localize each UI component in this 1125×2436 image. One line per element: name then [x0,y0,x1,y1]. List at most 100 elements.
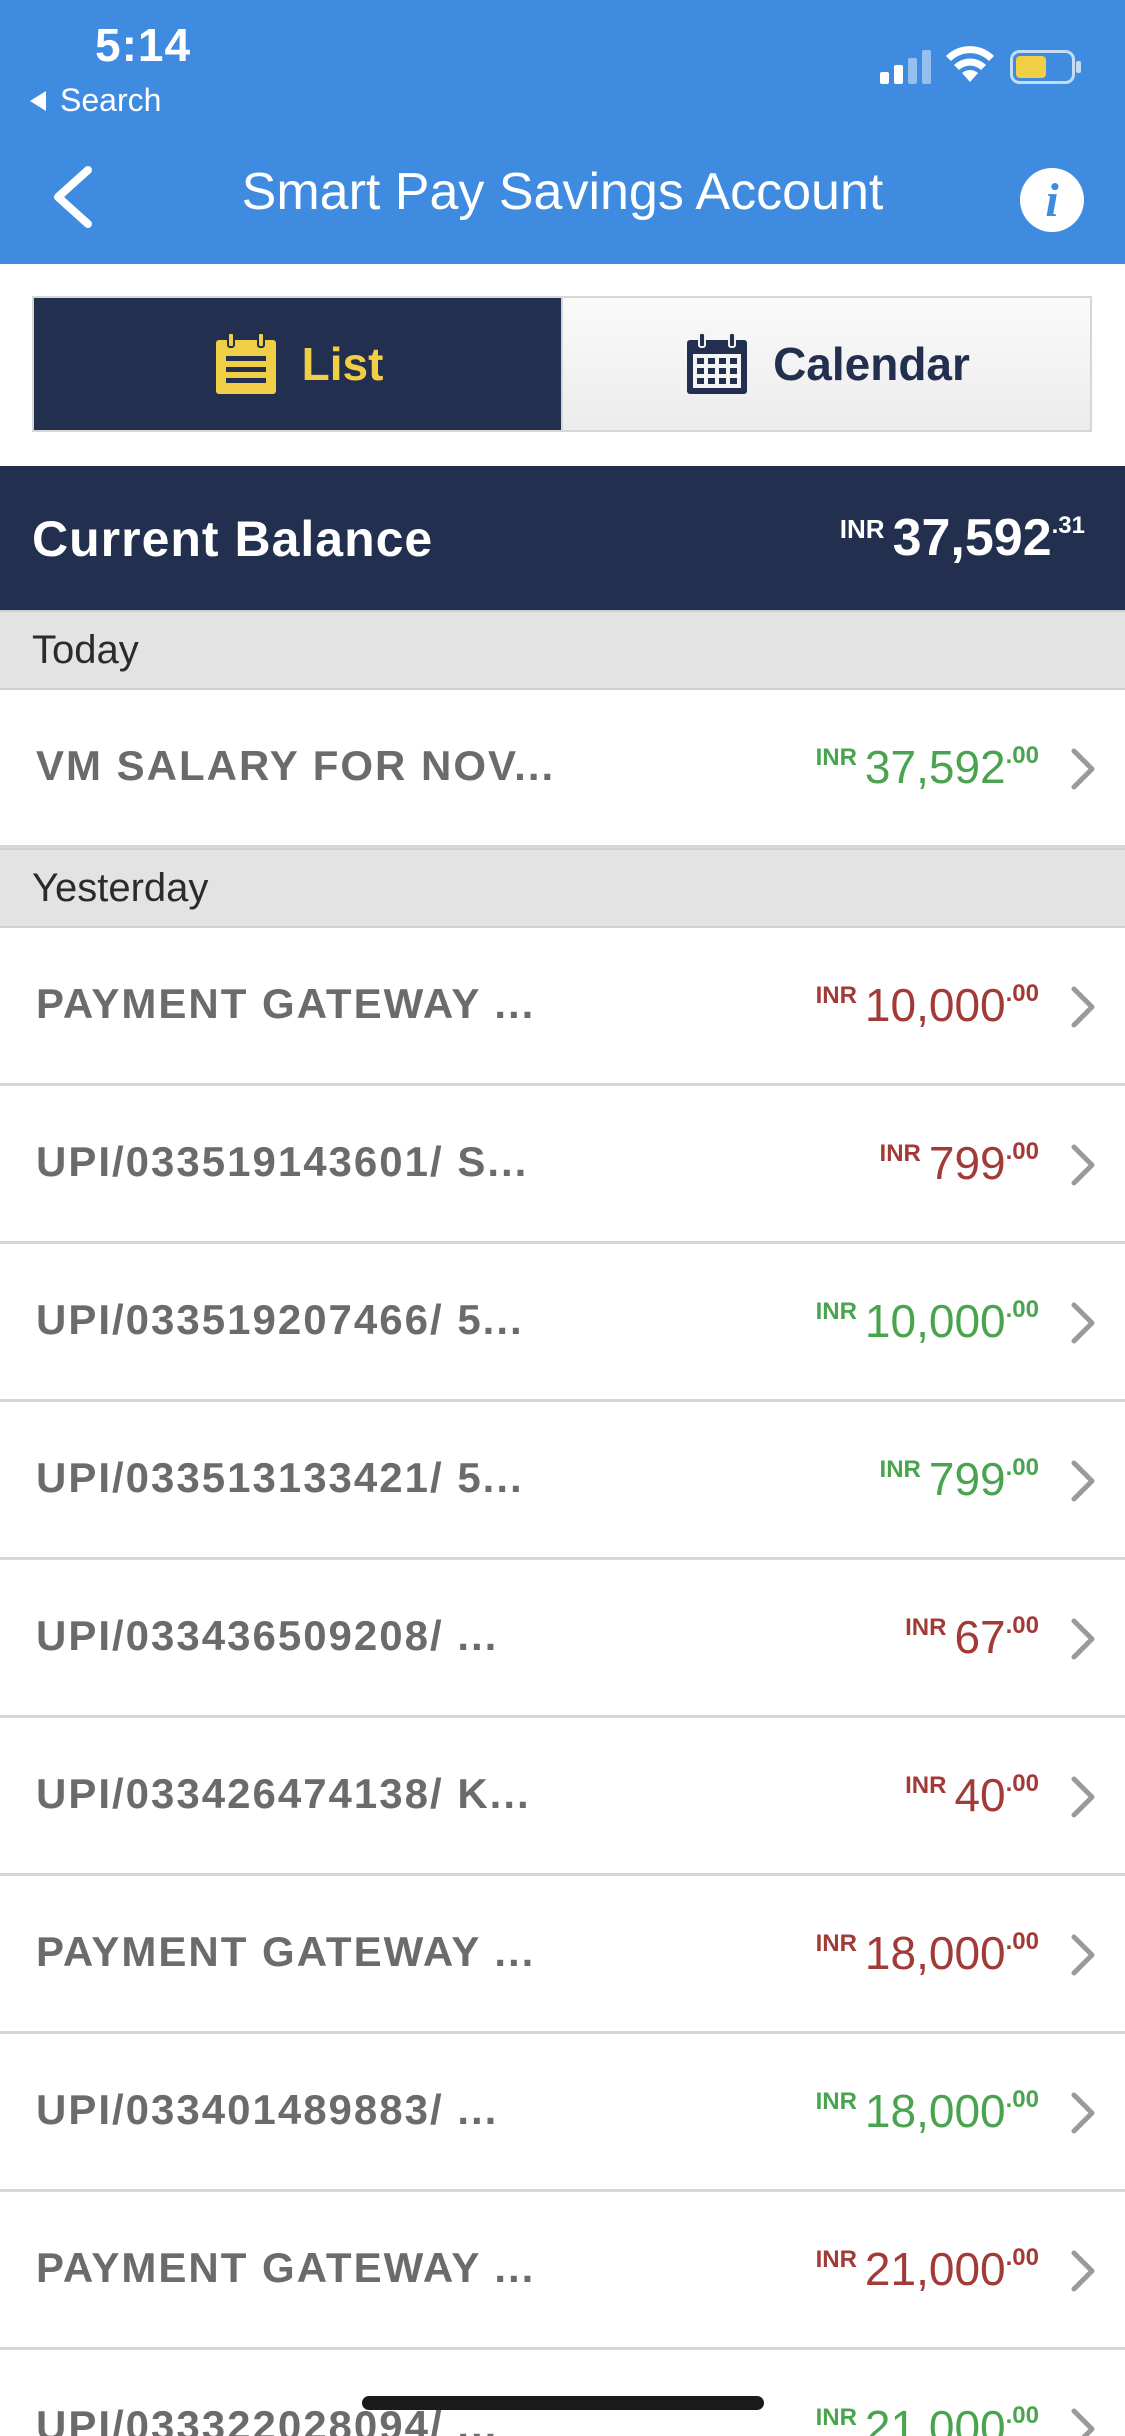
transaction-amount: INR 37,592 .00 [816,740,1039,794]
balance-label: Current Balance [32,511,434,567]
calendar-icon [687,332,748,394]
transaction-description: UPI/033519143601/ S... [36,1138,529,1185]
list-icon [215,332,276,394]
amount-whole: 10,000 [864,1295,1006,1347]
amount-decimal: .00 [1005,1928,1039,1955]
chevron-right-icon [1071,1618,1095,1660]
balance-decimal: .31 [1051,512,1085,539]
section-header-today: Today [0,610,1125,690]
transaction-amount: INR 40 .00 [905,1768,1039,1822]
transaction-row[interactable]: UPI/033426474138/ K... INR 40 .00 [0,1718,1125,1876]
home-indicator[interactable] [362,2396,764,2410]
amount-currency: INR [815,2404,857,2431]
amount-decimal: .00 [1005,1612,1039,1639]
transaction-row[interactable]: UPI/033519207466/ 5... INR 10,000 .00 [0,1244,1125,1402]
amount-whole: 799 [928,1137,1006,1189]
amount-whole: 799 [928,1453,1006,1505]
amount-currency: INR [905,1614,947,1641]
section-header-yesterday: Yesterday [0,848,1125,928]
balance-currency: INR [839,514,885,544]
chevron-right-icon [1071,1934,1095,1976]
transaction-row[interactable]: PAYMENT GATEWAY ... INR 18,000 .00 [0,1876,1125,2034]
chevron-right-icon [1071,1776,1095,1818]
chevron-right-icon [1071,1460,1095,1502]
chevron-right-icon [1071,748,1095,790]
amount-decimal: .00 [1005,2402,1039,2429]
transaction-row[interactable]: UPI/033436509208/ ... INR 67 .00 [0,1560,1125,1718]
tab-list[interactable]: List [34,298,561,430]
current-balance-bar: Current Balance INR 37,592 .31 [0,466,1125,610]
transaction-amount: INR 67 .00 [905,1610,1039,1664]
amount-whole: 21,000 [864,2401,1006,2436]
transaction-row[interactable]: UPI/033513133421/ 5... INR 799 .00 [0,1402,1125,1560]
amount-decimal: .00 [1005,980,1039,1007]
back-app-label: Search [60,82,162,118]
transaction-amount: INR 18,000 .00 [816,1926,1039,1980]
transaction-amount: INR 18,000 .00 [816,2084,1039,2138]
transaction-row[interactable]: PAYMENT GATEWAY ... INR 21,000 .00 [0,2192,1125,2350]
transaction-row[interactable]: PAYMENT GATEWAY ... INR 10,000 .00 [0,928,1125,1086]
tab-list-label: List [301,338,384,390]
tab-calendar-label: Calendar [773,338,970,390]
amount-decimal: .00 [1005,2086,1039,2113]
amount-decimal: .00 [1005,2244,1039,2271]
amount-currency: INR [815,2246,857,2273]
transaction-description: UPI/033513133421/ 5... [36,1454,524,1501]
transaction-description: UPI/033401489883/ ... [36,2086,499,2133]
chevron-right-icon [1071,2250,1095,2292]
amount-decimal: .00 [1005,1770,1039,1797]
transaction-description: UPI/033436509208/ ... [36,1612,499,1659]
amount-currency: INR [815,2088,857,2115]
balance-amount: INR 37,592 .31 [840,508,1085,568]
transaction-description: PAYMENT GATEWAY ... [36,2244,536,2291]
back-triangle-icon [30,90,46,111]
transaction-row[interactable]: VM SALARY FOR NOV... INR 37,592 .00 [0,690,1125,848]
amount-whole: 40 [954,1769,1006,1821]
amount-currency: INR [879,1456,921,1483]
chevron-right-icon [1071,986,1095,1028]
chevron-right-icon [1071,1302,1095,1344]
transaction-amount: INR 21,000 .00 [816,2400,1039,2436]
transaction-row[interactable]: UPI/033519143601/ S... INR 799 .00 [0,1086,1125,1244]
transaction-description: VM SALARY FOR NOV... [36,742,556,789]
transaction-amount: INR 10,000 .00 [816,978,1039,1032]
status-time: 5:14 [95,19,192,71]
transaction-amount: INR 10,000 .00 [816,1294,1039,1348]
amount-currency: INR [815,744,857,771]
tab-calendar[interactable]: Calendar [561,298,1090,430]
chevron-right-icon [1071,1144,1095,1186]
transaction-description: UPI/033426474138/ K... [36,1770,531,1817]
amount-currency: INR [815,1298,857,1325]
wifi-icon [946,46,994,82]
info-icon[interactable]: i [1020,168,1084,232]
chevron-right-icon [1071,2092,1095,2134]
transaction-description: PAYMENT GATEWAY ... [36,980,536,1027]
transaction-row[interactable]: UPI/033401489883/ ... INR 18,000 .00 [0,2034,1125,2192]
transaction-amount: INR 799 .00 [880,1452,1039,1506]
amount-whole: 21,000 [864,2243,1006,2295]
account-transactions-screen: 5:14 Search Smart Pay Savings Account i [0,0,1125,2436]
back-to-app-link[interactable]: Search [30,82,161,119]
header: 5:14 Search Smart Pay Savings Account i [0,0,1125,264]
amount-decimal: .00 [1005,1454,1039,1481]
amount-whole: 10,000 [864,979,1006,1031]
amount-currency: INR [905,1772,947,1799]
amount-whole: 18,000 [864,1927,1006,1979]
transaction-row[interactable]: UPI/033322028094/ ... INR 21,000 .00 [0,2350,1125,2436]
chevron-right-icon [1071,2408,1095,2436]
balance-whole: 37,592 [892,509,1052,567]
amount-currency: INR [879,1140,921,1167]
view-toggle: List Calendar [32,296,1092,432]
transaction-description: PAYMENT GATEWAY ... [36,1928,536,1975]
amount-decimal: .00 [1005,1138,1039,1165]
amount-currency: INR [815,982,857,1009]
transaction-amount: INR 799 .00 [880,1136,1039,1190]
page-title: Smart Pay Savings Account [241,163,884,221]
amount-whole: 18,000 [864,2085,1006,2137]
amount-decimal: .00 [1005,742,1039,769]
transaction-description: UPI/033519207466/ 5... [36,1296,524,1343]
amount-currency: INR [815,1930,857,1957]
battery-icon [1010,50,1081,84]
amount-whole: 67 [954,1611,1006,1663]
amount-decimal: .00 [1005,1296,1039,1323]
